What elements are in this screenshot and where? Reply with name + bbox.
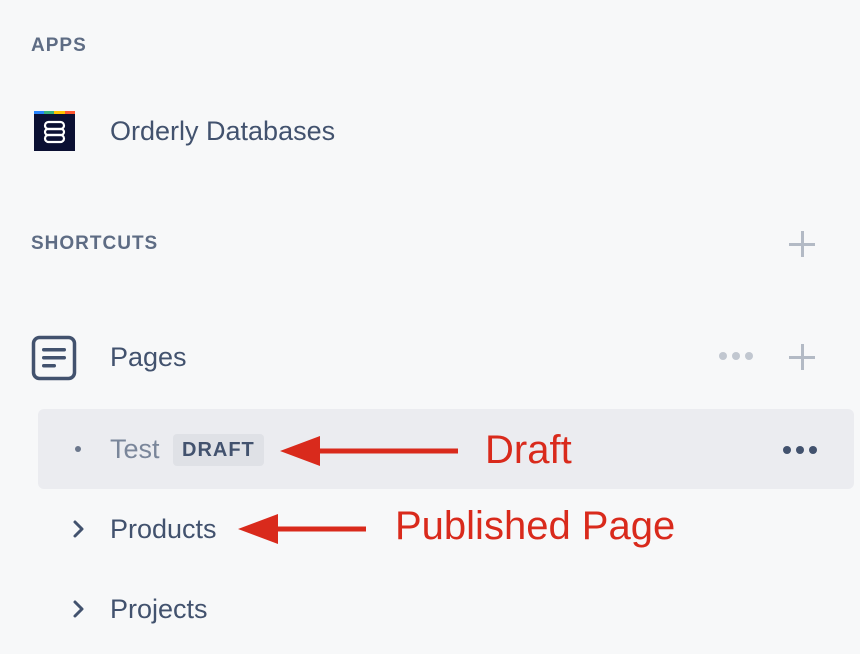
page-tree-item-projects[interactable]: Projects [38, 569, 854, 649]
pages-label[interactable]: Pages [110, 341, 187, 373]
apps-section-title: APPS [31, 35, 87, 56]
page-tree-item-label: Products [110, 514, 217, 544]
app-label: Orderly Databases [110, 116, 336, 146]
draft-annotation-label: Draft [485, 428, 572, 472]
add-shortcut-plus-icon[interactable] [789, 231, 815, 257]
test-more-dots-icon[interactable] [783, 446, 817, 454]
page-tree-item-label: Projects [110, 594, 208, 624]
pages-more-dots-icon[interactable] [719, 352, 753, 360]
chevron-right-icon[interactable] [72, 519, 86, 544]
chevron-right-icon[interactable] [72, 599, 86, 624]
app-item-orderly-databases[interactable]: Orderly Databases [0, 100, 860, 164]
add-page-plus-icon[interactable] [789, 344, 815, 370]
document-icon [31, 335, 77, 386]
page-tree-item-label: Test [110, 434, 160, 464]
shortcuts-section-title: SHORTCUTS [31, 233, 159, 254]
orderly-databases-logo-icon [34, 111, 75, 151]
published-annotation-label: Published Page [395, 504, 676, 548]
draft-badge: DRAFT [173, 434, 264, 466]
published-annotation-arrow-icon [238, 514, 366, 544]
draft-annotation-arrow-icon [280, 436, 458, 466]
bullet-icon [75, 446, 81, 452]
